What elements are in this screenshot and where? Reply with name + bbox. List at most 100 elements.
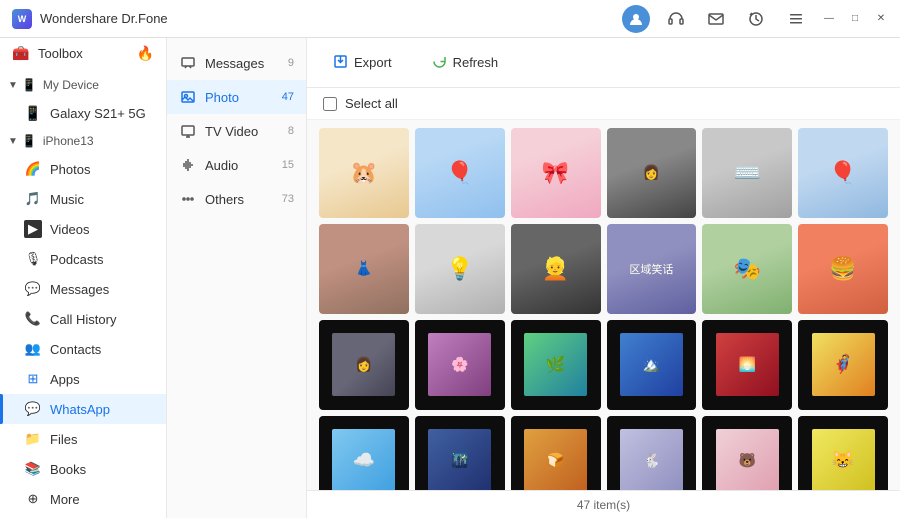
sidebar-item-music[interactable]: 🎵 Music [0, 184, 166, 214]
photo-cell[interactable]: 👱 [511, 224, 601, 314]
close-button[interactable]: ✕ [874, 12, 888, 26]
sidebar-item-apps[interactable]: ⊞ Apps [0, 364, 166, 394]
select-all-text: Select all [345, 96, 398, 111]
toolbox-label: Toolbox [38, 46, 137, 61]
menu-icon[interactable] [782, 5, 810, 33]
sidebar-item-messages[interactable]: 💬 Messages [0, 274, 166, 304]
sidebar: 🧰 Toolbox 🔥 ▼ 📱 My Device 📱 Galaxy S21+ … [0, 38, 167, 518]
videos-icon: ▶ [24, 220, 42, 238]
photo-cell[interactable]: 🎭 [702, 224, 792, 314]
photos-label: Photos [50, 162, 154, 177]
photo-grid-container: 🐹 🎈 🎀 👩 ⌨️ 🎈 [307, 120, 900, 490]
app-logo: W [12, 9, 32, 29]
sidebar-item-contacts[interactable]: 👥 Contacts [0, 334, 166, 364]
videos-label: Videos [50, 222, 154, 237]
export-icon [333, 54, 348, 72]
status-bar: 47 item(s) [307, 490, 900, 518]
export-button[interactable]: Export [323, 48, 402, 78]
photo-cell[interactable]: 🌿 [511, 320, 601, 410]
my-device-section[interactable]: ▼ 📱 My Device [0, 72, 166, 98]
photo-cell[interactable]: 🐻 [702, 416, 792, 490]
photo-cell[interactable]: 👩 [319, 320, 409, 410]
photo-cell[interactable]: 🍔 [798, 224, 888, 314]
sidebar-item-whatsapp[interactable]: 💬 WhatsApp [0, 394, 166, 424]
profile-icon[interactable] [622, 5, 650, 33]
sidebar-item-books[interactable]: 📚 Books [0, 454, 166, 484]
cat-photo-icon [179, 88, 197, 106]
my-device-label: My Device [43, 78, 99, 92]
photo-cell[interactable]: 💡 [415, 224, 505, 314]
cat-tv-count: 8 [288, 125, 294, 137]
more-label: More [50, 492, 154, 507]
export-label: Export [354, 55, 392, 70]
photo-cell[interactable]: 🌸 [415, 320, 505, 410]
maximize-button[interactable]: □ [848, 12, 862, 26]
cat-tv-label: TV Video [205, 124, 258, 139]
cat-audio-icon [179, 156, 197, 174]
sidebar-item-toolbox[interactable]: 🧰 Toolbox 🔥 [0, 38, 166, 68]
category-photo[interactable]: Photo 47 [167, 80, 306, 114]
photo-cell[interactable]: 👩 [607, 128, 697, 218]
sidebar-item-call-history[interactable]: 📞 Call History [0, 304, 166, 334]
photo-cell[interactable]: 🐇 [607, 416, 697, 490]
photo-cell[interactable]: 🎈 [798, 128, 888, 218]
title-bar: W Wondershare Dr.Fone — □ ✕ [0, 0, 900, 38]
category-messages[interactable]: Messages 9 [167, 46, 306, 80]
minimize-button[interactable]: — [822, 12, 836, 26]
photo-cell[interactable]: 🌃 [415, 416, 505, 490]
category-panel: Messages 9 Photo 47 TV Video 8 [167, 38, 307, 518]
iphone13-section[interactable]: ▼ 📱 iPhone13 [0, 128, 166, 154]
photo-cell[interactable]: 🎀 [511, 128, 601, 218]
photo-cell[interactable]: 🦸 [798, 320, 888, 410]
contacts-icon: 👥 [24, 340, 42, 358]
books-label: Books [50, 462, 154, 477]
headset-icon[interactable] [662, 5, 690, 33]
item-count: 47 item(s) [577, 498, 630, 512]
cat-others-icon [179, 190, 197, 208]
select-all-row: Select all [307, 88, 900, 120]
sidebar-item-files[interactable]: 📁 Files [0, 424, 166, 454]
title-bar-controls: — □ ✕ [622, 5, 888, 33]
photo-toolbar: Export Refresh [307, 38, 900, 88]
music-icon: 🎵 [24, 190, 42, 208]
sidebar-item-podcasts[interactable]: 🎙 Podcasts [0, 244, 166, 274]
select-all-checkbox[interactable] [323, 97, 337, 111]
photo-cell[interactable]: 🎈 [415, 128, 505, 218]
refresh-button[interactable]: Refresh [422, 48, 509, 78]
iphone13-label: iPhone13 [43, 134, 94, 148]
category-audio[interactable]: Audio 15 [167, 148, 306, 182]
photo-cell[interactable]: ☁️ [319, 416, 409, 490]
call-history-label: Call History [50, 312, 154, 327]
app-title: Wondershare Dr.Fone [40, 11, 622, 26]
books-icon: 📚 [24, 460, 42, 478]
cat-messages-icon [179, 54, 197, 72]
photo-cell[interactable]: ⌨️ [702, 128, 792, 218]
category-others[interactable]: Others 73 [167, 182, 306, 216]
messages-icon: 💬 [24, 280, 42, 298]
photo-cell[interactable]: 🏔️ [607, 320, 697, 410]
music-label: Music [50, 192, 154, 207]
photos-icon: 🌈 [24, 160, 42, 178]
files-icon: 📁 [24, 430, 42, 448]
more-icon: ⊕ [24, 490, 42, 508]
history-icon[interactable] [742, 5, 770, 33]
sidebar-item-photos[interactable]: 🌈 Photos [0, 154, 166, 184]
mail-icon[interactable] [702, 5, 730, 33]
photo-cell[interactable]: 👗 [319, 224, 409, 314]
photo-cell[interactable]: 🐹 [319, 128, 409, 218]
photo-cell[interactable]: 区域笑话 [607, 224, 697, 314]
toolbox-icon: 🧰 [12, 44, 30, 62]
device-icon: 📱 [22, 78, 37, 92]
select-all-label[interactable]: Select all [323, 96, 398, 111]
photo-cell[interactable]: 🌅 [702, 320, 792, 410]
photo-cell[interactable]: 😸 [798, 416, 888, 490]
sidebar-item-more[interactable]: ⊕ More [0, 484, 166, 514]
sidebar-item-galaxy[interactable]: 📱 Galaxy S21+ 5G [0, 98, 166, 128]
cat-audio-label: Audio [205, 158, 238, 173]
podcasts-label: Podcasts [50, 252, 154, 267]
fire-icon: 🔥 [137, 45, 154, 62]
sidebar-item-videos[interactable]: ▶ Videos [0, 214, 166, 244]
photo-cell[interactable]: 🍞 [511, 416, 601, 490]
category-tv-video[interactable]: TV Video 8 [167, 114, 306, 148]
cat-photo-count: 47 [282, 91, 294, 103]
